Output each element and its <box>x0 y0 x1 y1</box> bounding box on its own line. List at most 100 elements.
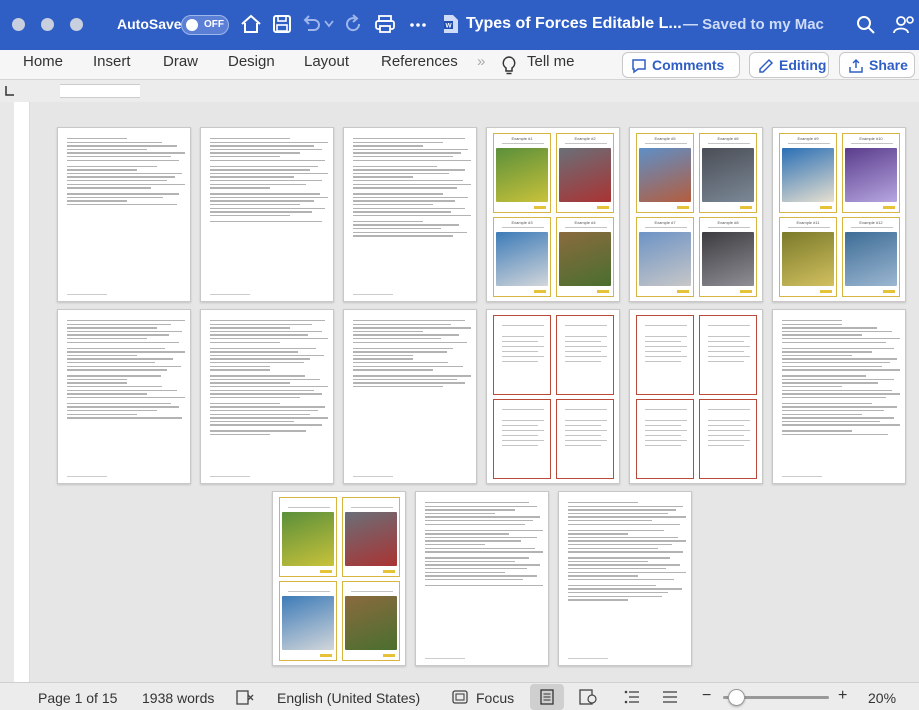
zoom-percentage[interactable]: 20% <box>868 690 896 706</box>
page-thumbnail[interactable]: Example #9 Example #10 Example #11 Example … <box>772 127 906 302</box>
search-icon[interactable] <box>856 15 876 35</box>
zoom-in-button[interactable]: + <box>838 687 847 705</box>
card-footer-badge <box>820 206 832 209</box>
account-people-icon[interactable] <box>892 13 916 37</box>
tab-layout[interactable]: Layout <box>304 53 349 70</box>
print-layout-view-button[interactable] <box>530 684 564 710</box>
card-text-line <box>708 440 750 441</box>
text-line <box>353 354 413 357</box>
autosave-toggle[interactable]: OFF <box>181 15 229 35</box>
vertical-ruler[interactable] <box>14 102 30 682</box>
text-line <box>568 509 676 511</box>
text-line <box>353 156 453 158</box>
card-title: Example #12 <box>859 220 883 225</box>
zoom-out-button[interactable]: − <box>702 687 711 705</box>
text-line <box>210 159 325 161</box>
card-text-line <box>708 356 750 357</box>
page-thumbnail[interactable] <box>272 491 406 666</box>
page-thumbnail[interactable] <box>415 491 549 666</box>
web-layout-icon[interactable] <box>579 689 597 705</box>
page-thumbnail[interactable] <box>629 309 763 484</box>
ribbon-tab-bar: Home Insert Draw Design Layout Reference… <box>0 50 919 80</box>
focus-mode-button[interactable]: Focus <box>476 690 514 706</box>
word-count[interactable]: 1938 words <box>142 690 214 706</box>
card-text-line <box>645 440 687 441</box>
tab-home[interactable]: Home <box>23 53 63 70</box>
close-window-button[interactable] <box>12 18 25 31</box>
proofing-icon[interactable] <box>236 690 254 705</box>
page-thumbnail[interactable] <box>343 127 477 302</box>
text-line <box>210 393 322 395</box>
text-line <box>353 148 468 151</box>
tab-design[interactable]: Design <box>228 53 275 70</box>
page-thumbnail[interactable] <box>57 127 191 302</box>
pencil-icon <box>759 58 774 73</box>
text-line <box>67 369 167 371</box>
text-line <box>425 568 527 570</box>
page-thumbnail[interactable] <box>200 127 334 302</box>
footer-line <box>568 658 608 659</box>
text-line <box>67 338 147 340</box>
comments-button[interactable]: Comments <box>622 52 740 78</box>
text-line <box>425 505 537 507</box>
language-indicator[interactable]: English (United States) <box>277 690 420 706</box>
card-caption-line <box>851 227 893 228</box>
text-line <box>353 334 459 336</box>
text-line <box>353 207 465 209</box>
tab-draw[interactable]: Draw <box>163 53 198 70</box>
text-line <box>568 533 628 535</box>
save-icon[interactable] <box>272 14 292 34</box>
example-photo <box>702 232 754 286</box>
zoom-slider-thumb[interactable] <box>728 689 745 706</box>
text-line <box>353 172 449 175</box>
card-text-line <box>645 435 681 436</box>
more-ellipsis-icon[interactable] <box>410 22 426 28</box>
text-line <box>210 320 325 322</box>
document-canvas[interactable]: Example #1 Example #2 Example #3 Example #4… <box>30 102 919 682</box>
page-thumbnail[interactable] <box>486 309 620 484</box>
print-icon[interactable] <box>374 14 396 34</box>
text-line <box>210 165 318 167</box>
minimize-window-button[interactable] <box>41 18 54 31</box>
editing-mode-button[interactable]: Editing <box>749 52 829 78</box>
text-line <box>210 396 300 399</box>
page-count[interactable]: Page 1 of 15 <box>38 690 117 706</box>
page-thumbnail[interactable] <box>772 309 906 484</box>
page-thumbnail[interactable] <box>200 309 334 484</box>
toggle-knob-icon <box>186 19 198 31</box>
page-thumbnail[interactable] <box>57 309 191 484</box>
card-caption-line <box>565 227 607 228</box>
card-text-line <box>565 346 607 347</box>
horizontal-ruler[interactable] <box>60 84 140 98</box>
tab-stop-selector-icon[interactable] <box>4 84 16 98</box>
page-thumbnail[interactable]: Example #1 Example #2 Example #3 Example #4 <box>486 127 620 302</box>
home-icon[interactable] <box>240 14 262 34</box>
page-thumbnail[interactable] <box>558 491 692 666</box>
outline-view-icon[interactable] <box>624 690 640 704</box>
tab-insert[interactable]: Insert <box>93 53 131 70</box>
text-line <box>353 369 433 371</box>
undo-icon[interactable] <box>300 14 322 34</box>
card-text-line <box>565 420 607 421</box>
tab-references[interactable]: References <box>381 53 458 70</box>
draft-view-icon[interactable] <box>662 690 678 704</box>
zoom-window-button[interactable] <box>70 18 83 31</box>
comments-label: Comments <box>652 57 725 73</box>
text-line <box>210 204 300 206</box>
share-button[interactable]: Share <box>839 52 915 78</box>
card-caption-line <box>565 143 607 144</box>
page-thumbnail[interactable] <box>343 309 477 484</box>
text-line <box>67 347 165 349</box>
page-thumbnail[interactable]: Example #5 Example #6 Example #7 Example #8 <box>629 127 763 302</box>
redo-icon[interactable] <box>343 14 363 34</box>
overflow-tabs-button[interactable]: » <box>477 53 485 70</box>
text-line <box>210 169 310 171</box>
tell-me-search[interactable]: Tell me <box>527 53 575 70</box>
card-title: Example #6 <box>717 136 739 141</box>
text-line <box>353 169 465 171</box>
text-line <box>353 159 471 161</box>
chevron-down-icon[interactable] <box>324 20 334 28</box>
text-line <box>67 176 175 178</box>
card-title: Example #10 <box>859 136 883 141</box>
card-text-line <box>502 440 544 441</box>
